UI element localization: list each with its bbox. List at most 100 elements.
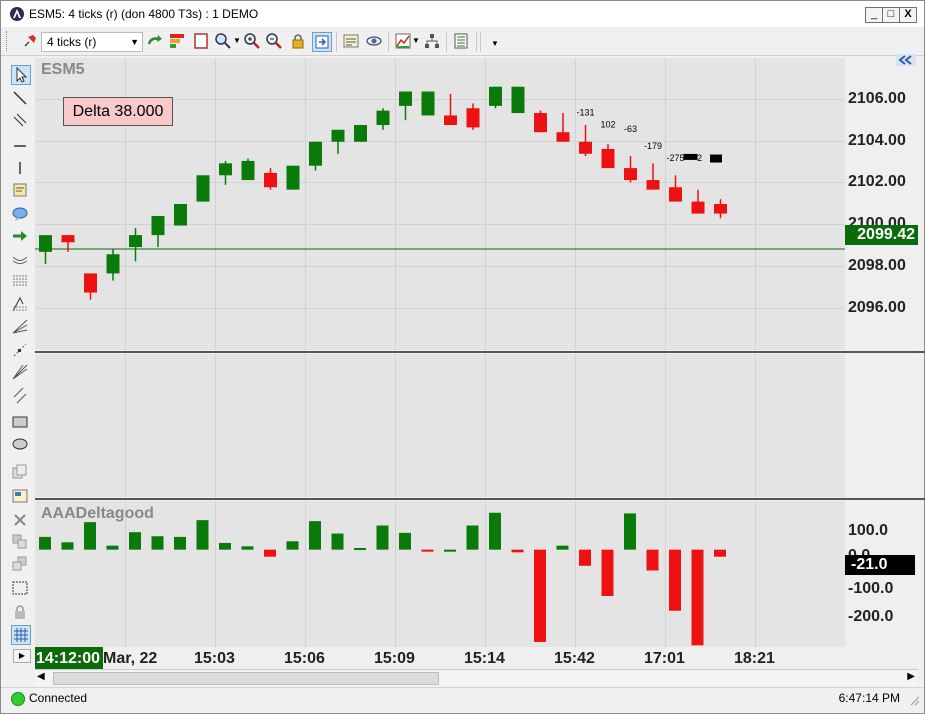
collapse-panel-icon[interactable] [896,54,916,66]
indicator-bars[interactable] [35,501,845,647]
time-axis[interactable]: 14:12:00 Mar, 22 15:03 15:06 15:09 15:14… [35,647,918,669]
annotation-overlap-marker [710,154,722,163]
indicator-axis-label: -100.0 [848,580,894,597]
delta-bar [84,522,96,550]
chart-area[interactable]: ESM5 Delta 38.000 -131 102 -63 -179 -275 -2 2… [35,54,925,670]
zoom-in-icon[interactable] [243,32,261,50]
bring-front-icon[interactable] [11,533,29,551]
callout-icon[interactable] [11,205,29,223]
price-axis-label: 2096.00 [848,299,906,316]
toolbar-grip[interactable] [6,31,10,51]
selection-box-icon[interactable] [11,579,29,597]
minimize-button[interactable]: _ [865,7,883,23]
indicator-value-marker: -21.0 [845,555,915,575]
redo-arrow-icon[interactable] [146,32,164,50]
price-pane[interactable]: ESM5 Delta 38.000 -131 102 -63 -179 -275 -2 2… [35,54,918,350]
candle-body [646,180,660,190]
scroll-right-icon[interactable]: ▶ [907,671,915,682]
lock-drawings-icon[interactable] [11,603,29,621]
templates-icon[interactable] [11,487,29,505]
indicator-menu-arrow-icon[interactable]: ▼ [412,36,420,45]
zoom-menu-arrow-icon[interactable]: ▼ [233,36,241,45]
fib-extension-icon[interactable] [11,295,29,313]
time-axis-label: 17:01 [644,650,685,667]
list-icon[interactable] [452,32,470,50]
empty-pane-axis[interactable] [845,354,918,497]
delta-bar [129,532,141,550]
pane-separator[interactable] [35,351,925,353]
candle-body [376,110,390,126]
fit-icon[interactable] [312,32,332,52]
maximize-button[interactable]: □ [882,7,900,23]
copy-drawings-icon[interactable] [11,463,29,481]
vertical-line-icon[interactable] [11,159,29,177]
pointer-icon[interactable] [11,65,31,85]
indicator-pane[interactable]: AAADeltagood 100.0 0.0 -100.0 -200.0 -21… [35,501,918,647]
grid-line [665,354,666,497]
candle-body [354,125,367,142]
note-icon[interactable] [11,181,29,199]
delta-bar [466,525,479,550]
channel-tool-icon[interactable] [11,387,29,405]
eye-icon[interactable] [365,32,383,50]
gann-fan-icon[interactable] [11,363,29,381]
delta-bar [669,549,681,611]
resize-grip-icon[interactable] [908,694,920,706]
candle-body [601,148,615,169]
grid-line [395,354,396,497]
horizontal-scrollbar[interactable]: ◀ ▶ [35,669,918,686]
period-select[interactable]: 4 ticks (r) ▼ [41,32,143,52]
lock-icon[interactable] [289,32,307,50]
delta-annotation: -131 [576,107,594,117]
close-button[interactable]: X [899,7,917,23]
app-logo-icon [10,7,24,21]
scroll-left-icon[interactable]: ◀ [37,671,45,682]
price-candles[interactable]: -131102 -63-179-275 -2 [35,58,845,350]
chart-window: ESM5: 4 ticks (r) (don 4800 T3s) : 1 DEM… [0,0,925,714]
toolbar-separator [388,32,389,52]
line-tool-icon[interactable] [11,89,29,107]
price-axis-label: 2098.00 [848,257,906,274]
ellipse-tool-icon[interactable] [11,435,29,453]
fan-tool-icon[interactable] [11,317,29,335]
candle-body [399,91,412,106]
scroll-start-button[interactable]: ▶ [13,649,31,663]
toolbar-separator [446,32,447,52]
zoom-out-icon[interactable] [265,32,283,50]
horizontal-line-icon[interactable] [11,137,29,155]
delta-bar [534,549,546,642]
ray-tool-icon[interactable] [11,341,29,359]
pin-icon[interactable] [21,32,39,50]
delta-bar [691,549,704,646]
delete-drawings-icon[interactable] [11,511,29,529]
arc-tool-icon[interactable] [11,249,29,267]
title-bar: ESM5: 4 ticks (r) (don 4800 T3s) : 1 DEM… [1,1,924,27]
send-back-icon[interactable] [11,555,29,573]
color-bars-icon[interactable] [168,32,186,50]
candle-body [556,132,570,142]
delta-bar [624,513,636,550]
indicator-icon[interactable] [394,32,412,50]
time-axis-label: Mar, 22 [103,650,158,667]
hierarchy-icon[interactable] [423,32,441,50]
delta-bar [264,549,276,557]
delta-bar [174,536,186,550]
grid-toggle-icon[interactable] [11,625,31,645]
parallel-lines-icon[interactable] [11,111,29,129]
arrow-tool-icon[interactable] [11,227,29,245]
pane-separator[interactable] [35,498,925,500]
rectangle-tool-icon[interactable] [11,413,29,431]
candle-body [579,141,592,154]
page-icon[interactable] [192,32,210,50]
candle-body [624,168,637,181]
dropdown-more-icon[interactable]: ▼ [491,39,499,48]
grid-line [305,354,306,497]
scrollbar-thumb[interactable] [53,672,439,685]
fibonacci-icon[interactable] [11,271,29,289]
empty-pane[interactable] [35,354,918,497]
annotation-overlap-marker [683,153,698,160]
delta-bar [714,549,726,557]
zoom-menu-icon[interactable] [214,32,232,50]
delta-bar [399,532,411,550]
properties-icon[interactable] [342,32,360,50]
